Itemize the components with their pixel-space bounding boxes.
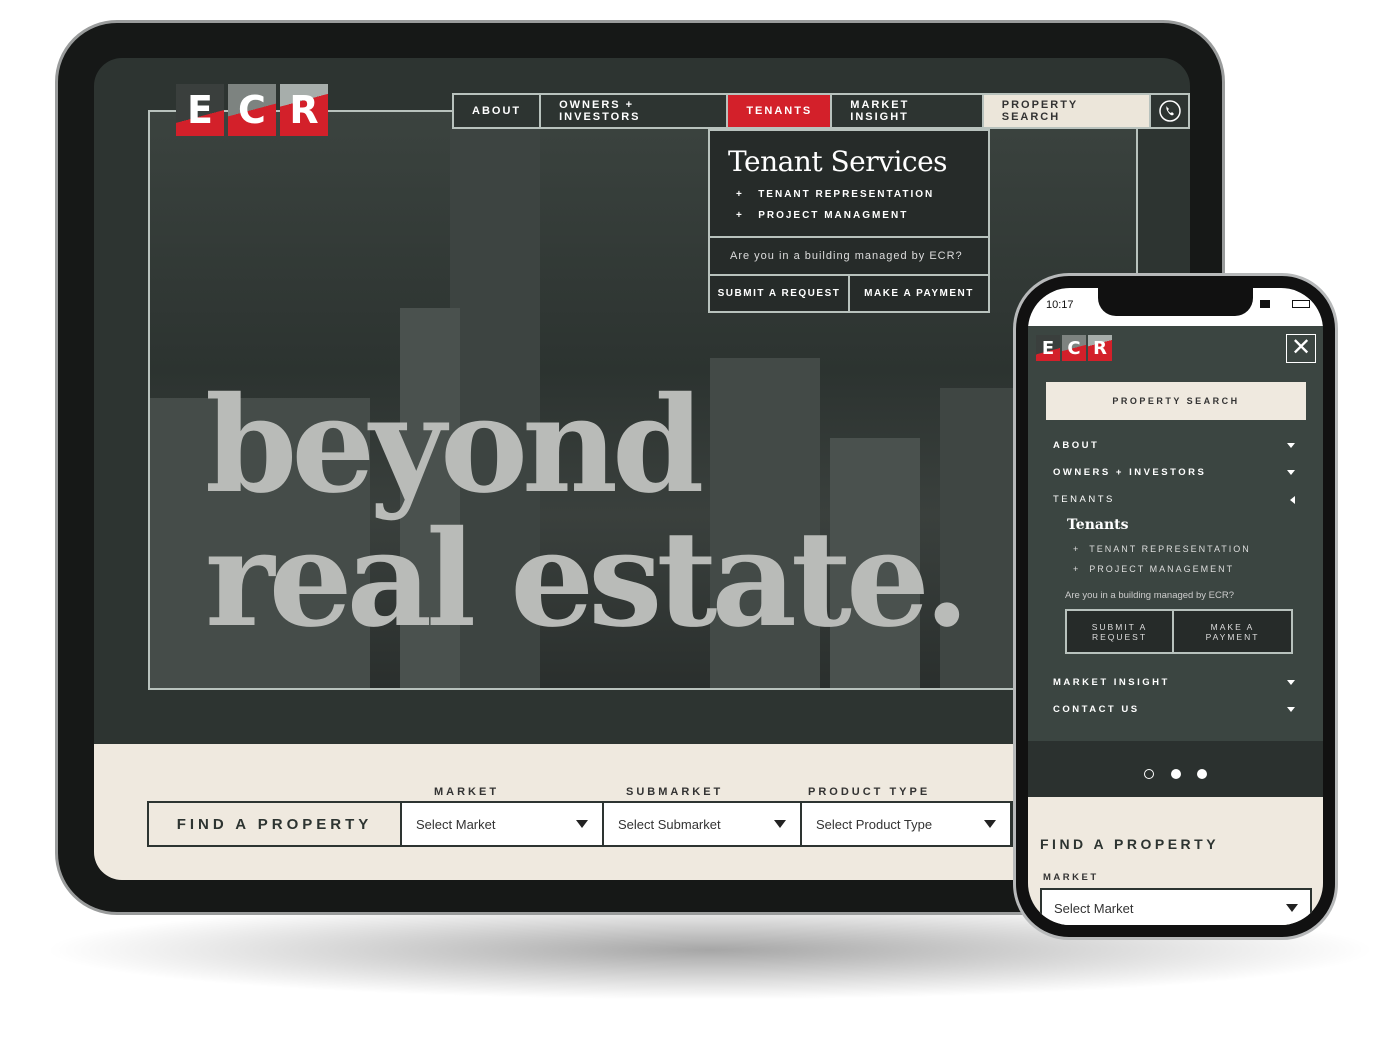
make-payment-button[interactable]: MAKE A PAYMENT (850, 276, 988, 311)
menu-tenant-representation[interactable]: + TENANT REPRESENTATION (1073, 544, 1251, 554)
tenants-title: Tenants (1067, 517, 1129, 533)
carousel-dot[interactable] (1197, 769, 1207, 779)
phone-icon[interactable] (1151, 95, 1188, 127)
submit-request-button[interactable]: SUBMIT A REQUEST (710, 276, 850, 311)
product-type-label: PRODUCT TYPE (808, 786, 931, 798)
chevron-left-icon (1290, 495, 1295, 504)
carousel-dot[interactable] (1171, 769, 1181, 779)
main-nav: ABOUT OWNERS + INVESTORS TENANTS MARKET … (452, 93, 1190, 129)
menu-project-management[interactable]: + PROJECT MANAGEMENT (1073, 564, 1234, 574)
mobile-menu: E C R ✕ PROPERTY SEARCH ABOUT OWNERS + I… (1028, 326, 1323, 741)
ecr-logo[interactable]: E C R (1036, 335, 1112, 361)
signal-icon (1260, 300, 1270, 308)
find-property-label: FIND A PROPERTY (1040, 836, 1220, 852)
carousel (1028, 741, 1323, 797)
chevron-down-icon (774, 820, 786, 828)
nav-tenants[interactable]: TENANTS (728, 95, 833, 127)
mobile-search: FIND A PROPERTY MARKET Select Market (1028, 797, 1323, 925)
submarket-select[interactable]: Select Submarket (604, 803, 802, 845)
chevron-down-icon (984, 820, 996, 828)
menu-market-insight[interactable]: MARKET INSIGHT (1053, 677, 1295, 688)
tenants-dropdown: Tenant Services + TENANT REPRESENTATION … (708, 129, 990, 313)
chevron-down-icon (1287, 443, 1295, 448)
hero-heading-line2: real estate. (205, 502, 970, 657)
menu-about[interactable]: ABOUT (1053, 440, 1295, 451)
chevron-down-icon (576, 820, 588, 828)
nav-owners-investors[interactable]: OWNERS + INVESTORS (541, 95, 729, 127)
ecr-logo[interactable]: E C R (176, 84, 328, 136)
dropdown-item-project-management[interactable]: + PROJECT MANAGMENT (710, 205, 988, 226)
product-type-select[interactable]: Select Product Type (802, 803, 1012, 845)
dropdown-item-tenant-representation[interactable]: + TENANT REPRESENTATION (710, 184, 988, 205)
chevron-down-icon (1287, 680, 1295, 685)
market-select[interactable]: Select Market (402, 803, 604, 845)
market-label: MARKET (434, 786, 500, 798)
tenants-question: Are you in a building managed by ECR? (1065, 590, 1234, 601)
phone-notch (1098, 288, 1253, 316)
carousel-dot[interactable] (1144, 769, 1154, 779)
menu-contact-us[interactable]: CONTACT US (1053, 704, 1295, 715)
hero-heading-line1: beyond (205, 368, 704, 523)
close-icon[interactable]: ✕ (1286, 334, 1316, 363)
find-property-label: FIND A PROPERTY (149, 803, 402, 845)
battery-icon (1292, 300, 1310, 308)
market-select[interactable]: Select Market (1040, 888, 1312, 925)
menu-tenants[interactable]: TENANTS (1053, 494, 1295, 505)
submit-request-button[interactable]: SUBMIT A REQUEST (1067, 611, 1174, 652)
nav-about[interactable]: ABOUT (454, 95, 542, 127)
nav-property-search[interactable]: PROPERTY SEARCH (983, 95, 1152, 127)
property-search-button[interactable]: PROPERTY SEARCH (1046, 382, 1306, 420)
chevron-down-icon (1287, 470, 1295, 475)
status-time: 10:17 (1046, 299, 1074, 311)
make-payment-button[interactable]: MAKE A PAYMENT (1174, 611, 1291, 652)
chevron-down-icon (1286, 904, 1298, 912)
chevron-down-icon (1287, 707, 1295, 712)
submarket-label: SUBMARKET (626, 786, 724, 798)
dropdown-title: Tenant Services (728, 145, 948, 178)
nav-market-insight[interactable]: MARKET INSIGHT (832, 95, 984, 127)
menu-owners-investors[interactable]: OWNERS + INVESTORS (1053, 467, 1295, 478)
dropdown-question: Are you in a building managed by ECR? (710, 236, 988, 274)
market-label: MARKET (1043, 872, 1099, 883)
phone-screen: 10:17 E C R ✕ PROPERTY SEARCH ABOUT OWNE… (1028, 288, 1323, 925)
